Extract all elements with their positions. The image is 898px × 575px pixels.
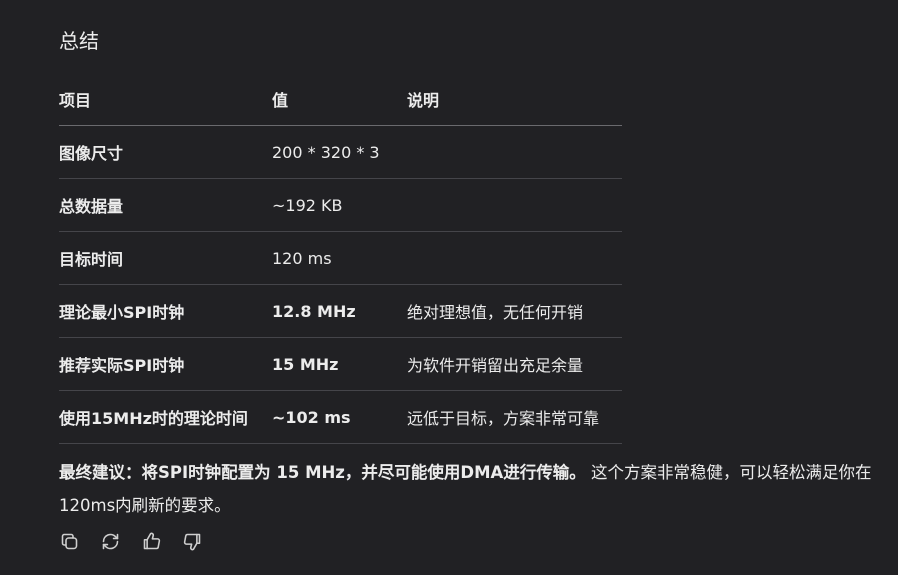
row-value: 15 MHz bbox=[272, 337, 407, 391]
row-note bbox=[407, 178, 622, 232]
thumbs-down-icon bbox=[182, 531, 203, 556]
table-header-row: 项目 值 说明 bbox=[59, 73, 622, 126]
row-value: 200 * 320 * 3 bbox=[272, 125, 407, 179]
row-item: 目标时间 bbox=[59, 231, 272, 285]
column-header-item: 项目 bbox=[59, 73, 272, 126]
table-row: 图像尺寸 200 * 320 * 3 bbox=[59, 125, 622, 179]
table-row: 推荐实际SPI时钟 15 MHz 为软件开销留出充足余量 bbox=[59, 337, 622, 391]
column-header-value: 值 bbox=[272, 73, 407, 126]
final-advice-paragraph: 最终建议：将SPI时钟配置为 15 MHz，并尽可能使用DMA进行传输。 这个方… bbox=[59, 456, 894, 522]
column-header-note: 说明 bbox=[407, 73, 622, 126]
row-note: 远低于目标，方案非常可靠 bbox=[407, 390, 622, 444]
row-value: ~192 KB bbox=[272, 178, 407, 232]
row-note: 绝对理想值，无任何开销 bbox=[407, 284, 622, 338]
thumbs-down-button[interactable] bbox=[182, 533, 203, 554]
copy-icon bbox=[59, 531, 80, 556]
thumbs-up-button[interactable] bbox=[141, 531, 162, 556]
summary-table: 项目 值 说明 图像尺寸 200 * 320 * 3 总数据量 ~192 KB … bbox=[59, 73, 622, 444]
row-item: 推荐实际SPI时钟 bbox=[59, 337, 272, 391]
message-actions bbox=[59, 531, 203, 556]
regenerate-icon bbox=[100, 531, 121, 556]
thumbs-up-icon bbox=[141, 531, 162, 556]
copy-button[interactable] bbox=[59, 533, 80, 554]
row-item: 理论最小SPI时钟 bbox=[59, 284, 272, 338]
section-heading: 总结 bbox=[59, 29, 99, 53]
row-note: 为软件开销留出充足余量 bbox=[407, 337, 622, 391]
row-value: 12.8 MHz bbox=[272, 284, 407, 338]
table-row: 总数据量 ~192 KB bbox=[59, 178, 622, 232]
row-item: 图像尺寸 bbox=[59, 125, 272, 179]
chat-message: 总结 项目 值 说明 图像尺寸 200 * 320 * 3 总数据量 ~192 … bbox=[0, 0, 898, 575]
row-value: ~102 ms bbox=[272, 390, 407, 444]
row-note bbox=[407, 231, 622, 285]
row-item: 使用15MHz时的理论时间 bbox=[59, 390, 272, 444]
table-row: 使用15MHz时的理论时间 ~102 ms 远低于目标，方案非常可靠 bbox=[59, 390, 622, 444]
row-value: 120 ms bbox=[272, 231, 407, 285]
table-row: 目标时间 120 ms bbox=[59, 231, 622, 285]
row-item: 总数据量 bbox=[59, 178, 272, 232]
regenerate-button[interactable] bbox=[100, 533, 121, 554]
table-row: 理论最小SPI时钟 12.8 MHz 绝对理想值，无任何开销 bbox=[59, 284, 622, 338]
row-note bbox=[407, 125, 622, 179]
advice-bold-text: 最终建议：将SPI时钟配置为 15 MHz，并尽可能使用DMA进行传输。 bbox=[59, 463, 586, 482]
